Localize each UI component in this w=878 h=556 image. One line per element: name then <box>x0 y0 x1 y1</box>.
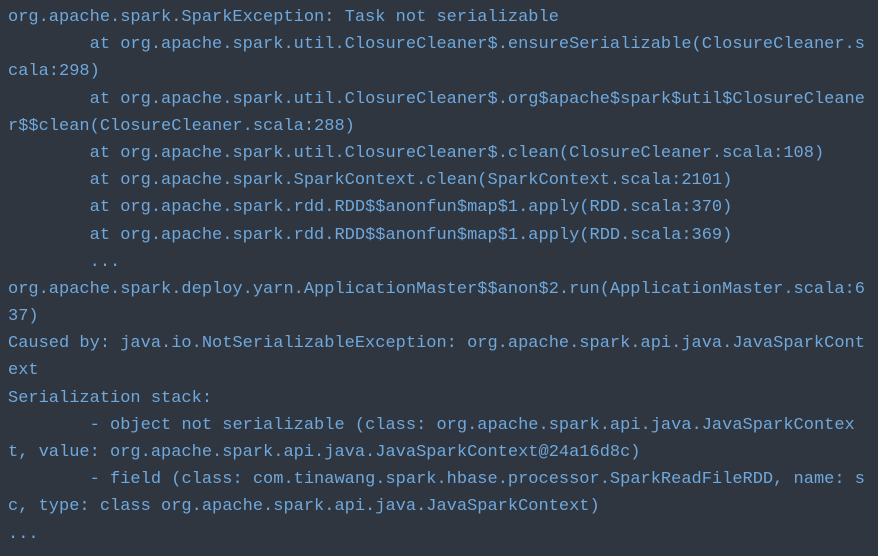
stack-at-line: org.apache.spark.deploy.yarn.Application… <box>8 276 870 330</box>
stack-at-line: at org.apache.spark.SparkContext.clean(S… <box>8 167 870 194</box>
stack-ellipsis: ... <box>8 521 870 548</box>
stack-at-line: at org.apache.spark.rdd.RDD$$anonfun$map… <box>8 194 870 221</box>
serialization-detail-line: - object not serializable (class: org.ap… <box>8 412 870 466</box>
stack-ellipsis: ... <box>8 249 870 276</box>
exception-header: org.apache.spark.SparkException: Task no… <box>8 4 870 31</box>
stack-at-line: at org.apache.spark.util.ClosureCleaner$… <box>8 31 870 85</box>
stack-at-line: at org.apache.spark.util.ClosureCleaner$… <box>8 140 870 167</box>
stacktrace-container: org.apache.spark.SparkException: Task no… <box>8 4 870 548</box>
stack-at-line: at org.apache.spark.rdd.RDD$$anonfun$map… <box>8 222 870 249</box>
stack-at-line: at org.apache.spark.util.ClosureCleaner$… <box>8 86 870 140</box>
serialization-stack-header: Serialization stack: <box>8 385 870 412</box>
serialization-detail-line: - field (class: com.tinawang.spark.hbase… <box>8 466 870 520</box>
caused-by-line: Caused by: java.io.NotSerializableExcept… <box>8 330 870 384</box>
